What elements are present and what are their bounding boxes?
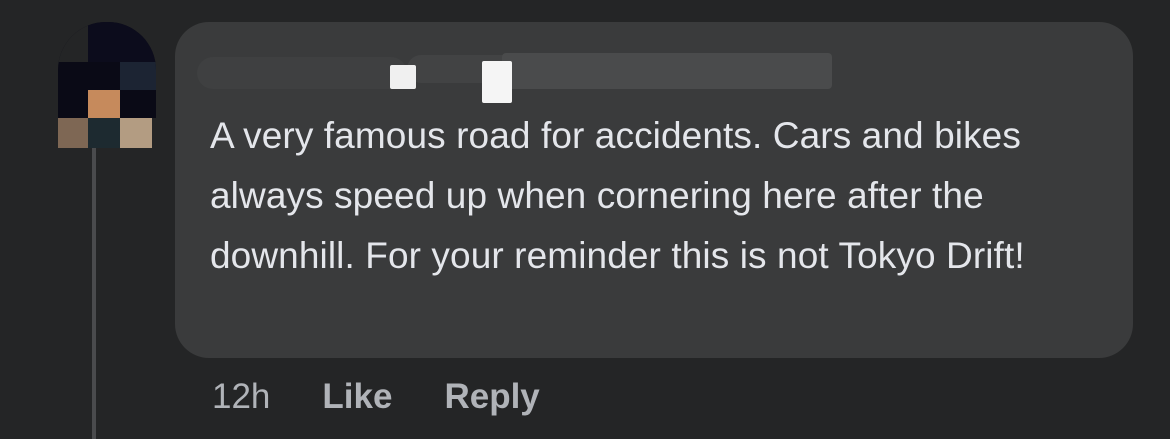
comment-text: A very famous road for accidents. Cars a… [210, 115, 1025, 276]
comment-thread: A very famous road for accidents. Cars a… [0, 0, 1170, 439]
like-button[interactable]: Like [322, 377, 392, 417]
comment-timestamp[interactable]: 12h [212, 377, 270, 417]
reply-button[interactable]: Reply [444, 377, 539, 417]
comment-actions: 12h Like Reply [212, 372, 540, 422]
comment-bubble: A very famous road for accidents. Cars a… [175, 22, 1133, 358]
author-name-redacted[interactable] [197, 49, 832, 103]
avatar[interactable] [58, 22, 156, 148]
thread-connector-line [92, 148, 96, 439]
